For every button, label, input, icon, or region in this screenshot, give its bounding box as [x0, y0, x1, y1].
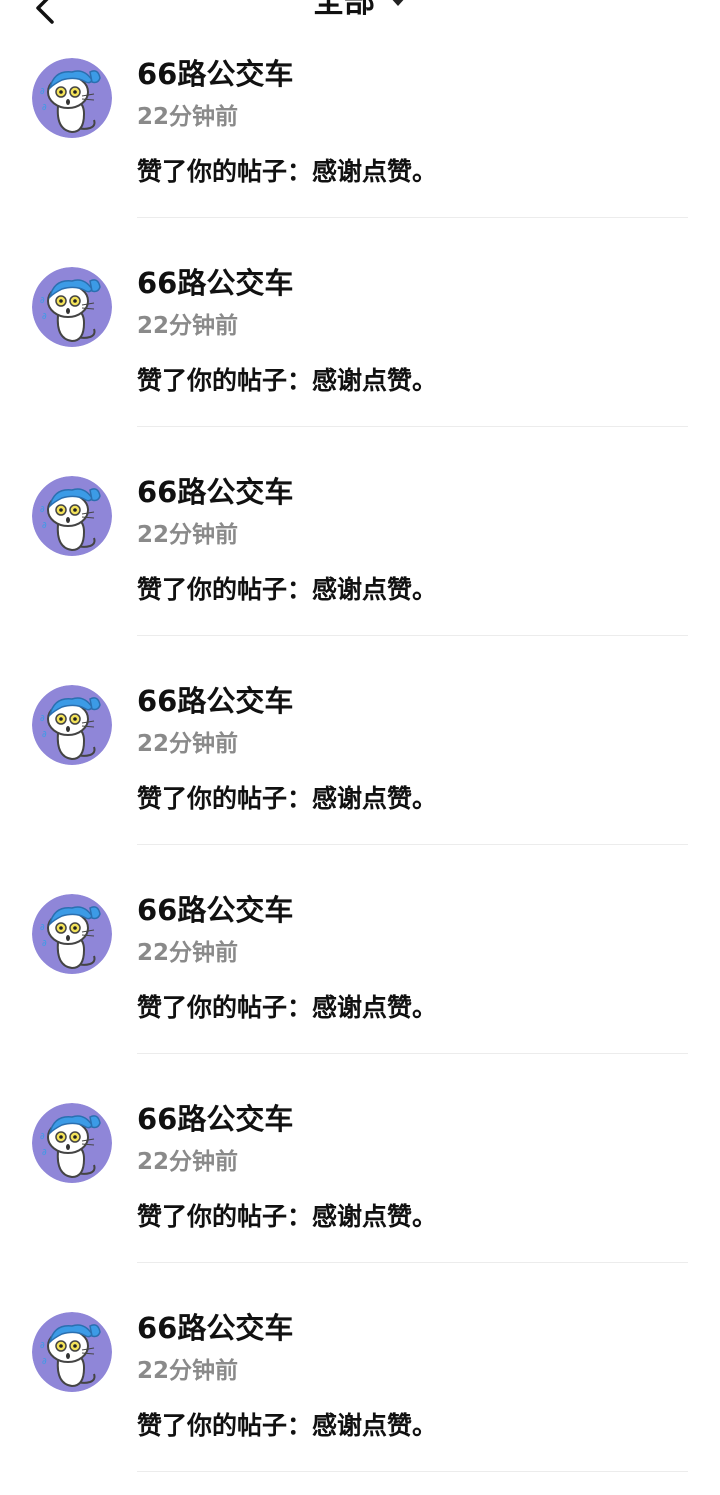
notification-item[interactable]: ∂ ∂ 66路公交车 22分钟前 赞了你的帖子：感谢点赞。	[0, 1045, 720, 1263]
notification-message: 赞了你的帖子：感谢点赞。	[137, 993, 438, 1022]
cartoon-cat-avatar-icon: ∂ ∂	[32, 58, 112, 138]
username[interactable]: 66路公交车	[137, 891, 293, 929]
notification-item[interactable]: ∂ ∂ 66路公交车 22分钟前 赞了你的帖子：感谢点赞。	[0, 627, 720, 845]
svg-text:∂: ∂	[40, 87, 45, 97]
username[interactable]: 66路公交车	[137, 55, 293, 93]
svg-text:∂: ∂	[42, 312, 47, 322]
cartoon-cat-avatar-icon: ∂ ∂	[32, 894, 112, 974]
timestamp: 22分钟前	[137, 1358, 239, 1384]
username[interactable]: 66路公交车	[137, 1100, 293, 1138]
notification-item[interactable]: ∂ ∂ 66路公交车 22分钟前 赞了你的帖子：感谢点赞。	[0, 209, 720, 427]
timestamp: 22分钟前	[137, 731, 239, 757]
avatar[interactable]: ∂ ∂	[32, 1312, 112, 1392]
notification-item[interactable]: ∂ ∂ 66路公交车 22分钟前 赞了你的帖子：感谢点赞。	[0, 836, 720, 1054]
svg-text:∂: ∂	[42, 103, 47, 113]
svg-text:∂: ∂	[40, 923, 45, 933]
notification-message: 赞了你的帖子：感谢点赞。	[137, 784, 438, 813]
cartoon-cat-avatar-icon: ∂ ∂	[32, 1312, 112, 1392]
svg-text:∂: ∂	[42, 1357, 47, 1367]
svg-text:∂: ∂	[40, 1132, 45, 1142]
cartoon-cat-avatar-icon: ∂ ∂	[32, 267, 112, 347]
svg-text:∂: ∂	[42, 730, 47, 740]
timestamp: 22分钟前	[137, 104, 239, 130]
avatar[interactable]: ∂ ∂	[32, 476, 112, 556]
divider	[137, 1471, 688, 1472]
avatar[interactable]: ∂ ∂	[32, 685, 112, 765]
notification-message: 赞了你的帖子：感谢点赞。	[137, 575, 438, 604]
cartoon-cat-avatar-icon: ∂ ∂	[32, 685, 112, 765]
svg-text:∂: ∂	[40, 296, 45, 306]
notification-message: 赞了你的帖子：感谢点赞。	[137, 366, 438, 395]
notification-message: 赞了你的帖子：感谢点赞。	[137, 1202, 438, 1231]
avatar[interactable]: ∂ ∂	[32, 267, 112, 347]
svg-text:∂: ∂	[40, 714, 45, 724]
notification-item[interactable]: ∂ ∂ 66路公交车 22分钟前 赞了你的帖子：感谢点赞。	[0, 1254, 720, 1472]
avatar[interactable]: ∂ ∂	[32, 58, 112, 138]
notification-item[interactable]: ∂ ∂ 66路公交车 22分钟前 赞了你的帖子：感谢点赞。	[0, 418, 720, 636]
timestamp: 22分钟前	[137, 522, 239, 548]
notification-message: 赞了你的帖子：感谢点赞。	[137, 1411, 438, 1440]
username[interactable]: 66路公交车	[137, 264, 293, 302]
username[interactable]: 66路公交车	[137, 1309, 293, 1347]
avatar[interactable]: ∂ ∂	[32, 894, 112, 974]
svg-text:∂: ∂	[42, 521, 47, 531]
svg-text:∂: ∂	[40, 505, 45, 515]
svg-text:∂: ∂	[42, 1148, 47, 1158]
username[interactable]: 66路公交车	[137, 473, 293, 511]
timestamp: 22分钟前	[137, 940, 239, 966]
timestamp: 22分钟前	[137, 1149, 239, 1175]
username[interactable]: 66路公交车	[137, 682, 293, 720]
timestamp: 22分钟前	[137, 313, 239, 339]
notification-message: 赞了你的帖子：感谢点赞。	[137, 157, 438, 186]
svg-text:∂: ∂	[42, 939, 47, 949]
avatar[interactable]: ∂ ∂	[32, 1103, 112, 1183]
cartoon-cat-avatar-icon: ∂ ∂	[32, 1103, 112, 1183]
svg-text:∂: ∂	[40, 1341, 45, 1351]
notification-item[interactable]: ∂ ∂ 66路公交车 22分钟前 赞了你的帖子：感谢点赞。	[0, 0, 720, 218]
cartoon-cat-avatar-icon: ∂ ∂	[32, 476, 112, 556]
